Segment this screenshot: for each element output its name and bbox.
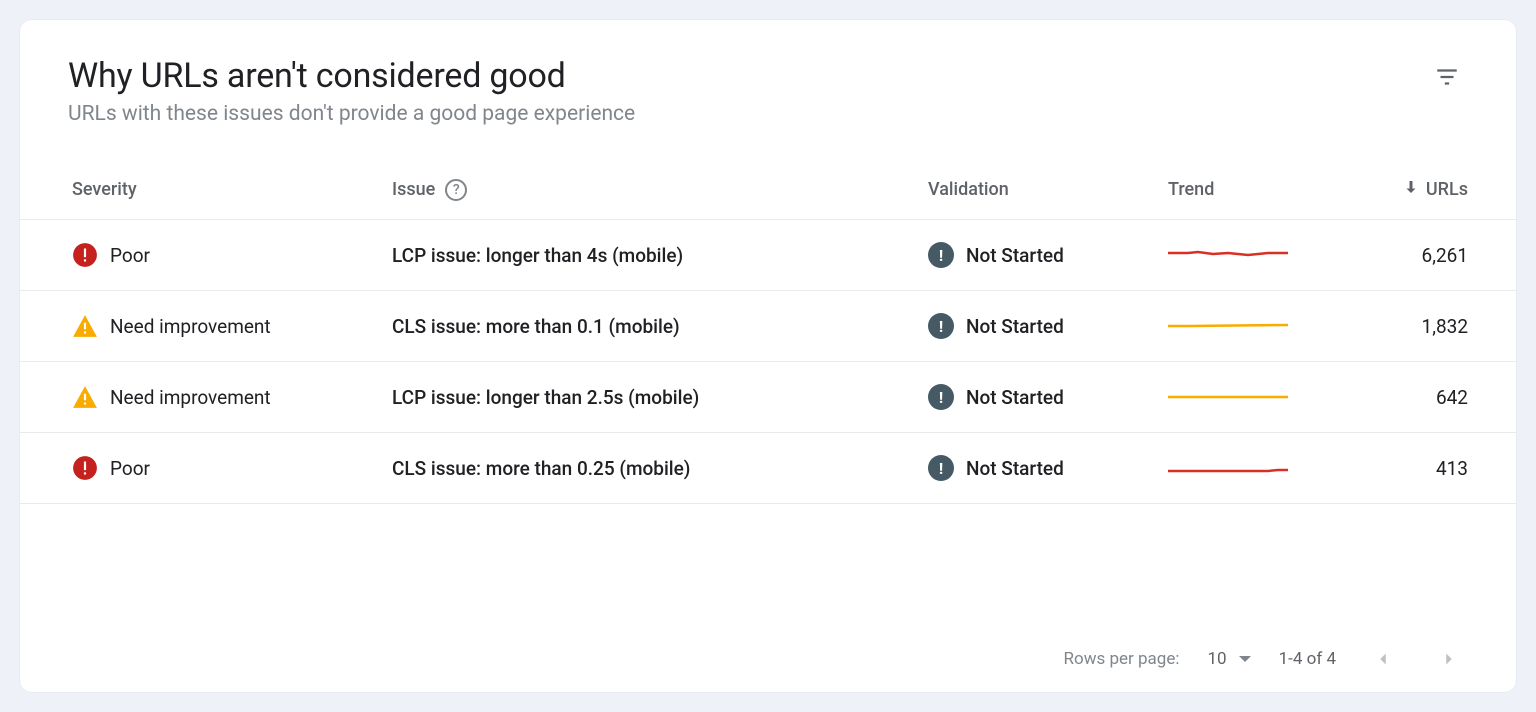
validation-status-icon: ! bbox=[928, 455, 954, 481]
page-range: 1-4 of 4 bbox=[1279, 649, 1336, 669]
urls-cell: 1,832 bbox=[1348, 315, 1468, 338]
urls-cell: 413 bbox=[1348, 457, 1468, 480]
issue-cell: LCP issue: longer than 4s (mobile) bbox=[392, 244, 928, 267]
severity-label: Poor bbox=[110, 244, 150, 267]
validation-text: Not Started bbox=[966, 244, 1064, 267]
warning-triangle-icon bbox=[72, 384, 98, 410]
pagination: Rows per page: 10 1-4 of 4 bbox=[20, 626, 1516, 692]
col-header-issue[interactable]: Issue ? bbox=[392, 179, 928, 201]
trend-sparkline bbox=[1168, 387, 1288, 407]
caret-down-icon bbox=[1239, 656, 1251, 662]
table-body: Poor LCP issue: longer than 4s (mobile) … bbox=[20, 220, 1516, 504]
trend-cell bbox=[1168, 316, 1348, 336]
issue-cell: CLS issue: more than 0.25 (mobile) bbox=[392, 457, 928, 480]
trend-cell bbox=[1168, 458, 1348, 478]
issue-text: CLS issue: more than 0.25 (mobile) bbox=[392, 457, 690, 480]
rows-per-page-label: Rows per page: bbox=[1064, 649, 1180, 669]
chevron-left-icon bbox=[1372, 648, 1394, 670]
urls-count: 413 bbox=[1436, 457, 1468, 480]
validation-text: Not Started bbox=[966, 386, 1064, 409]
rows-per-page-value: 10 bbox=[1207, 649, 1226, 669]
card-header: Why URLs aren't considered good URLs wit… bbox=[20, 20, 1516, 146]
table-row[interactable]: Poor CLS issue: more than 0.25 (mobile) … bbox=[20, 433, 1516, 504]
prev-page-button[interactable] bbox=[1364, 644, 1402, 674]
sort-down-icon bbox=[1402, 178, 1420, 201]
table-row[interactable]: Poor LCP issue: longer than 4s (mobile) … bbox=[20, 220, 1516, 291]
table-row[interactable]: Need improvement CLS issue: more than 0.… bbox=[20, 291, 1516, 362]
severity-cell: Need improvement bbox=[72, 313, 392, 339]
trend-sparkline bbox=[1168, 245, 1288, 265]
col-header-urls-label: URLs bbox=[1426, 179, 1468, 200]
urls-cell: 642 bbox=[1348, 386, 1468, 409]
validation-text: Not Started bbox=[966, 315, 1064, 338]
col-header-trend[interactable]: Trend bbox=[1168, 179, 1348, 200]
col-header-validation-label: Validation bbox=[928, 179, 1009, 200]
filter-button[interactable] bbox=[1426, 56, 1468, 98]
severity-cell: Poor bbox=[72, 242, 392, 268]
validation-cell: ! Not Started bbox=[928, 455, 1168, 481]
warning-triangle-icon bbox=[72, 313, 98, 339]
severity-cell: Poor bbox=[72, 455, 392, 481]
trend-sparkline bbox=[1168, 458, 1288, 478]
col-header-validation[interactable]: Validation bbox=[928, 179, 1168, 200]
severity-label: Need improvement bbox=[110, 386, 271, 409]
error-circle-icon bbox=[72, 242, 98, 268]
urls-count: 6,261 bbox=[1422, 244, 1468, 267]
validation-status-icon: ! bbox=[928, 313, 954, 339]
col-header-urls[interactable]: URLs bbox=[1348, 178, 1468, 201]
validation-cell: ! Not Started bbox=[928, 313, 1168, 339]
table-header-row: Severity Issue ? Validation Trend URLs bbox=[20, 146, 1516, 220]
issue-text: LCP issue: longer than 2.5s (mobile) bbox=[392, 386, 699, 409]
severity-label: Need improvement bbox=[110, 315, 271, 338]
severity-cell: Need improvement bbox=[72, 384, 392, 410]
issue-text: CLS issue: more than 0.1 (mobile) bbox=[392, 315, 680, 338]
trend-sparkline bbox=[1168, 316, 1288, 336]
validation-text: Not Started bbox=[966, 457, 1064, 480]
filter-icon bbox=[1434, 64, 1460, 90]
issue-cell: CLS issue: more than 0.1 (mobile) bbox=[392, 315, 928, 338]
header-text-block: Why URLs aren't considered good URLs wit… bbox=[68, 56, 635, 126]
card-subtitle: URLs with these issues don't provide a g… bbox=[68, 102, 635, 126]
urls-cell: 6,261 bbox=[1348, 244, 1468, 267]
next-page-button[interactable] bbox=[1430, 644, 1468, 674]
col-header-severity[interactable]: Severity bbox=[72, 179, 392, 200]
issues-card: Why URLs aren't considered good URLs wit… bbox=[20, 20, 1516, 692]
urls-count: 1,832 bbox=[1422, 315, 1468, 338]
table-row[interactable]: Need improvement LCP issue: longer than … bbox=[20, 362, 1516, 433]
validation-cell: ! Not Started bbox=[928, 384, 1168, 410]
trend-cell bbox=[1168, 245, 1348, 265]
validation-cell: ! Not Started bbox=[928, 242, 1168, 268]
col-header-issue-label: Issue bbox=[392, 179, 435, 200]
card-title: Why URLs aren't considered good bbox=[68, 56, 635, 96]
issue-cell: LCP issue: longer than 2.5s (mobile) bbox=[392, 386, 928, 409]
issue-text: LCP issue: longer than 4s (mobile) bbox=[392, 244, 683, 267]
severity-label: Poor bbox=[110, 457, 150, 480]
validation-status-icon: ! bbox=[928, 384, 954, 410]
col-header-trend-label: Trend bbox=[1168, 179, 1214, 200]
col-header-severity-label: Severity bbox=[72, 179, 137, 200]
error-circle-icon bbox=[72, 455, 98, 481]
help-icon[interactable]: ? bbox=[445, 179, 467, 201]
chevron-right-icon bbox=[1438, 648, 1460, 670]
trend-cell bbox=[1168, 387, 1348, 407]
validation-status-icon: ! bbox=[928, 242, 954, 268]
urls-count: 642 bbox=[1436, 386, 1468, 409]
issues-table: Severity Issue ? Validation Trend URLs bbox=[20, 146, 1516, 626]
rows-per-page-select[interactable]: 10 bbox=[1207, 649, 1250, 669]
